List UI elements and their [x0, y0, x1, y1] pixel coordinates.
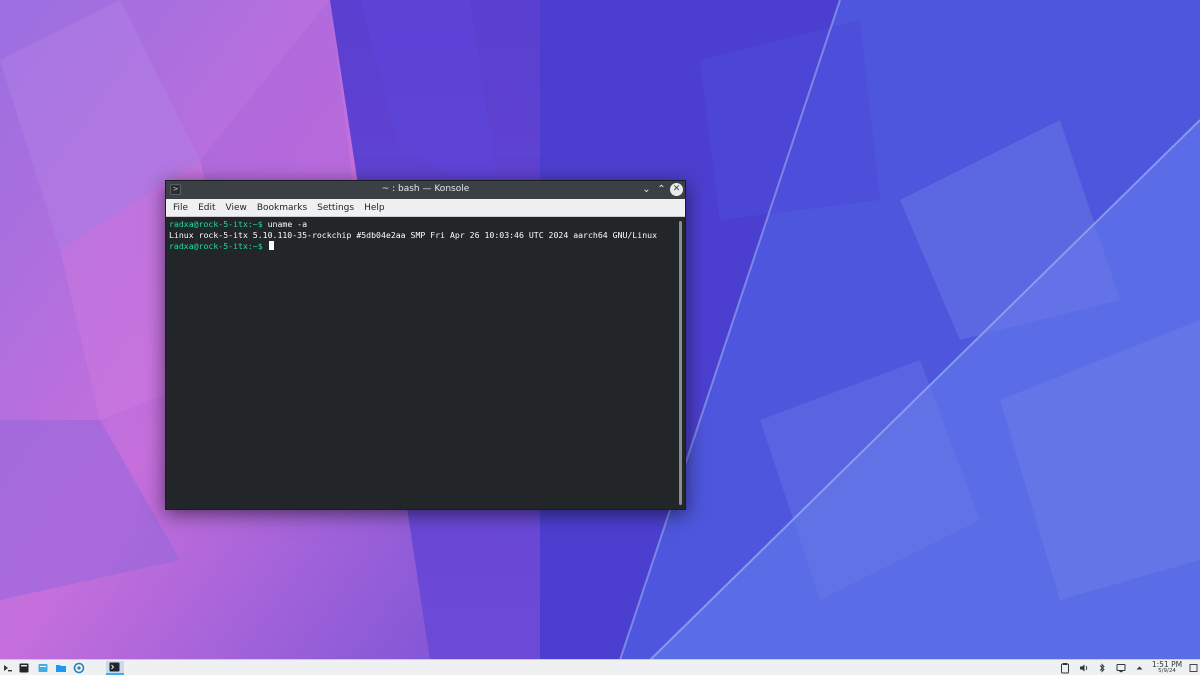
- menu-settings[interactable]: Settings: [312, 203, 359, 213]
- window-title: ~ : bash — Konsole: [381, 184, 470, 194]
- menu-view[interactable]: View: [221, 203, 252, 213]
- terminal-command: uname -a: [262, 219, 308, 229]
- show-desktop-icon[interactable]: [18, 662, 30, 674]
- menu-help[interactable]: Help: [359, 203, 390, 213]
- window-titlebar[interactable]: > ~ : bash — Konsole ⌄ ⌃ ✕: [166, 181, 685, 199]
- volume-icon[interactable]: [1079, 662, 1089, 674]
- konsole-icon: [109, 662, 120, 672]
- browser-icon[interactable]: [73, 662, 85, 674]
- clock-date[interactable]: 5/9/24: [1147, 668, 1187, 675]
- network-icon[interactable]: [1116, 662, 1126, 674]
- terminal-prompt: radxa@rock-5-itx:~$: [169, 241, 263, 251]
- clipboard-icon[interactable]: [1060, 662, 1070, 674]
- file-manager-icon[interactable]: [37, 662, 49, 674]
- taskbar-konsole-task[interactable]: [106, 661, 124, 675]
- peek-desktop-icon[interactable]: [1189, 662, 1198, 674]
- taskbar: 1:51 PM 5/9/24: [0, 659, 1200, 675]
- menu-file[interactable]: File: [168, 203, 193, 213]
- menu-bookmarks[interactable]: Bookmarks: [252, 203, 312, 213]
- folder-icon[interactable]: [55, 662, 67, 674]
- tray-expand-icon[interactable]: [1135, 662, 1144, 674]
- close-button[interactable]: ✕: [670, 183, 683, 196]
- menubar: File Edit View Bookmarks Settings Help: [166, 199, 685, 217]
- terminal-scrollbar[interactable]: [678, 219, 683, 507]
- maximize-button[interactable]: ⌃: [655, 183, 668, 196]
- scrollbar-thumb[interactable]: [679, 221, 682, 505]
- terminal-area[interactable]: radxa@rock-5-itx:~$ uname -a Linux rock-…: [166, 217, 678, 509]
- minimize-button[interactable]: ⌄: [640, 183, 653, 196]
- terminal-prompt: radxa@rock-5-itx:~$: [169, 219, 263, 229]
- terminal-output: Linux rock-5-itx 5.10.110-35-rockchip #5…: [169, 230, 657, 240]
- bluetooth-icon[interactable]: [1098, 662, 1106, 674]
- terminal-line: radxa@rock-5-itx:~$: [169, 241, 675, 252]
- terminal-cursor: [268, 241, 274, 250]
- terminal-line: radxa@rock-5-itx:~$ uname -a: [169, 219, 675, 230]
- app-launcher-icon[interactable]: [2, 662, 14, 674]
- konsole-window[interactable]: > ~ : bash — Konsole ⌄ ⌃ ✕ File Edit Vie…: [165, 180, 686, 510]
- menu-edit[interactable]: Edit: [193, 203, 220, 213]
